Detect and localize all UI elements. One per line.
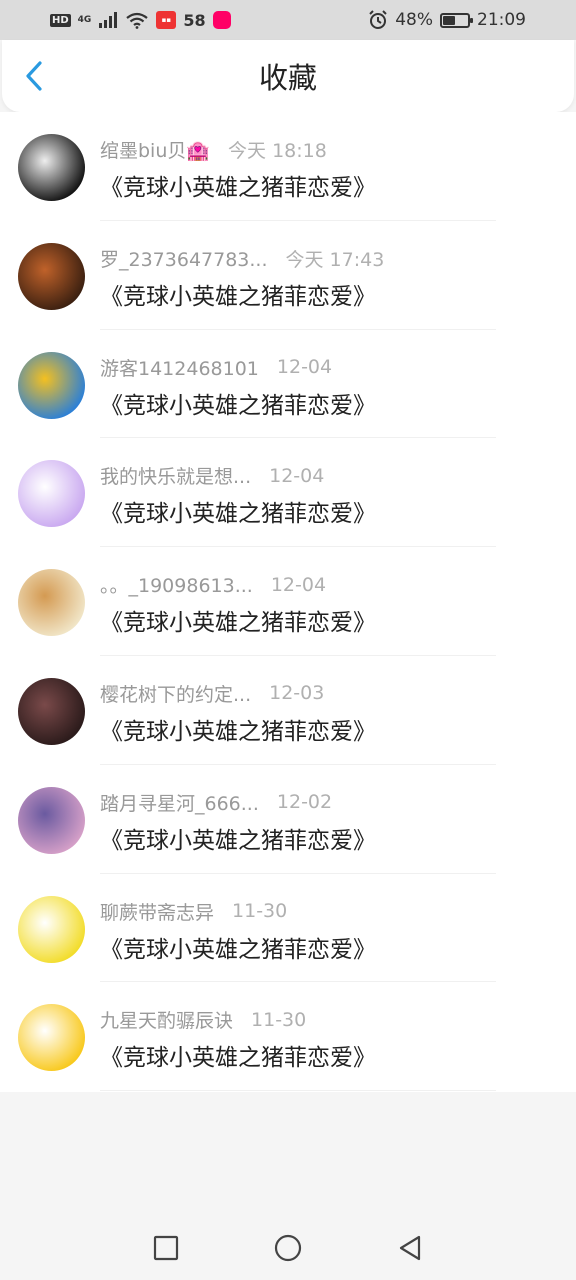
favorite-title[interactable]: 《竞球小英雄之猪菲恋爱》 xyxy=(100,712,376,746)
list-item[interactable]: 聊蕨带斋志异 11-30 《竞球小英雄之猪菲恋爱》 xyxy=(0,874,576,983)
list-item[interactable]: 。。_19098613... 12-04 《竞球小英雄之猪菲恋爱》 xyxy=(0,547,576,656)
timestamp: 12-04 xyxy=(276,356,333,379)
battery-fill xyxy=(443,15,455,25)
avatar[interactable] xyxy=(18,895,85,963)
status-left: HD 4G ▪▪ 58 xyxy=(50,11,231,30)
favorite-title[interactable]: 《竞球小英雄之猪菲恋爱》 xyxy=(100,1038,376,1072)
system-nav-bar xyxy=(0,1216,576,1280)
item-meta: 樱花树下的约定... 12-03 xyxy=(100,680,324,707)
favorite-title[interactable]: 《竞球小英雄之猪菲恋爱》 xyxy=(100,930,376,964)
status-bar: HD 4G ▪▪ 58 48% 21:09 xyxy=(0,0,576,40)
avatar[interactable] xyxy=(18,569,85,637)
avatar[interactable] xyxy=(18,460,85,528)
favorite-title[interactable]: 《竞球小英雄之猪菲恋爱》 xyxy=(100,494,376,528)
username: 聊蕨带斋志异 xyxy=(100,901,215,924)
circle-home-icon xyxy=(274,1234,302,1262)
timestamp: 今天 18:18 xyxy=(228,140,327,162)
back-button[interactable] xyxy=(16,58,52,94)
alarm-icon xyxy=(369,10,387,29)
favorite-title[interactable]: 《竞球小英雄之猪菲恋爱》 xyxy=(100,603,376,637)
avatar[interactable] xyxy=(18,677,85,745)
timestamp: 12-03 xyxy=(269,682,325,705)
app58-icon: 58 xyxy=(183,10,206,30)
item-meta: 罗_2373647783... 今天 17:43 xyxy=(100,245,384,272)
item-meta: 聊蕨带斋志异 11-30 xyxy=(100,898,287,925)
battery-percent: 48% xyxy=(395,10,433,30)
list-item[interactable]: 游客1412468101 12-04 《竞球小英雄之猪菲恋爱》 xyxy=(0,330,576,439)
list-item[interactable]: 我的快乐就是想... 12-04 《竞球小英雄之猪菲恋爱》 xyxy=(0,438,576,548)
divider xyxy=(100,1090,496,1092)
list-item[interactable]: 罗_2373647783... 今天 17:43 《竞球小英雄之猪菲恋爱》 xyxy=(0,221,576,330)
network-type: 4G xyxy=(77,14,92,25)
list-item[interactable]: 踏月寻星河_666... 12-02 《竞球小英雄之猪菲恋爱》 xyxy=(0,765,576,874)
clock: 21:09 xyxy=(477,10,526,30)
list-item[interactable]: 绾墨biu贝🏩 今天 18:18 《竞球小英雄之猪菲恋爱》 xyxy=(0,112,576,221)
username: 樱花树下的约定... xyxy=(100,683,252,706)
item-meta: 九星天酌骣辰诀 11-30 xyxy=(100,1006,306,1033)
favorite-title[interactable]: 《竞球小英雄之猪菲恋爱》 xyxy=(100,821,376,855)
timestamp: 12-04 xyxy=(269,464,325,487)
username: 踏月寻星河_666... xyxy=(100,792,259,815)
avatar[interactable] xyxy=(18,134,85,201)
battery-icon xyxy=(440,12,473,28)
header: 收藏 xyxy=(2,40,574,112)
timestamp: 今天 17:43 xyxy=(285,248,385,271)
username: 九星天酌骣辰诀 xyxy=(100,1010,234,1033)
avatar[interactable] xyxy=(18,786,85,854)
username: 罗_2373647783... xyxy=(100,248,268,271)
avatar[interactable] xyxy=(18,1004,85,1072)
avatar[interactable] xyxy=(18,351,85,419)
timestamp: 11-30 xyxy=(251,1008,307,1031)
triangle-back-icon xyxy=(399,1235,421,1261)
chevron-left-icon xyxy=(26,61,42,91)
avatar[interactable] xyxy=(18,242,85,310)
recents-button[interactable] xyxy=(151,1233,181,1263)
hd-badge: HD xyxy=(50,13,71,27)
page-title: 收藏 xyxy=(258,61,317,95)
timestamp: 11-30 xyxy=(232,900,288,923)
username: 绾墨biu贝🏩 xyxy=(100,140,211,162)
username: 游客1412468101 xyxy=(100,357,259,380)
item-meta: 我的快乐就是想... 12-04 xyxy=(100,462,324,489)
favorite-title[interactable]: 《竞球小英雄之猪菲恋爱》 xyxy=(100,168,376,202)
status-right: 48% 21:09 xyxy=(368,10,526,30)
timestamp: 12-02 xyxy=(276,791,333,814)
wifi-icon xyxy=(126,12,149,29)
app-bird-icon xyxy=(212,11,231,29)
username: 。。_19098613... xyxy=(100,575,253,598)
item-meta: 绾墨biu贝🏩 今天 18:18 xyxy=(100,136,327,163)
square-recents-icon xyxy=(153,1235,179,1261)
system-back-button[interactable] xyxy=(395,1233,425,1263)
item-meta: 。。_19098613... 12-04 xyxy=(100,571,326,598)
favorite-title[interactable]: 《竞球小英雄之猪菲恋爱》 xyxy=(100,386,376,420)
item-meta: 踏月寻星河_666... 12-02 xyxy=(100,789,332,816)
timestamp: 12-04 xyxy=(270,573,327,596)
list-item[interactable]: 九星天酌骣辰诀 11-30 《竞球小英雄之猪菲恋爱》 xyxy=(0,982,576,1092)
username: 我的快乐就是想... xyxy=(100,466,252,489)
signal-icon xyxy=(99,12,118,28)
list-item[interactable]: 樱花树下的约定... 12-03 《竞球小英雄之猪菲恋爱》 xyxy=(0,656,576,765)
home-button[interactable] xyxy=(273,1233,303,1263)
item-meta: 游客1412468101 12-04 xyxy=(100,354,332,381)
app-notification-icon: ▪▪ xyxy=(156,11,177,29)
favorite-title[interactable]: 《竞球小英雄之猪菲恋爱》 xyxy=(100,277,376,311)
favorites-list: 绾墨biu贝🏩 今天 18:18 《竞球小英雄之猪菲恋爱》 罗_2373647783.… xyxy=(0,112,576,1092)
